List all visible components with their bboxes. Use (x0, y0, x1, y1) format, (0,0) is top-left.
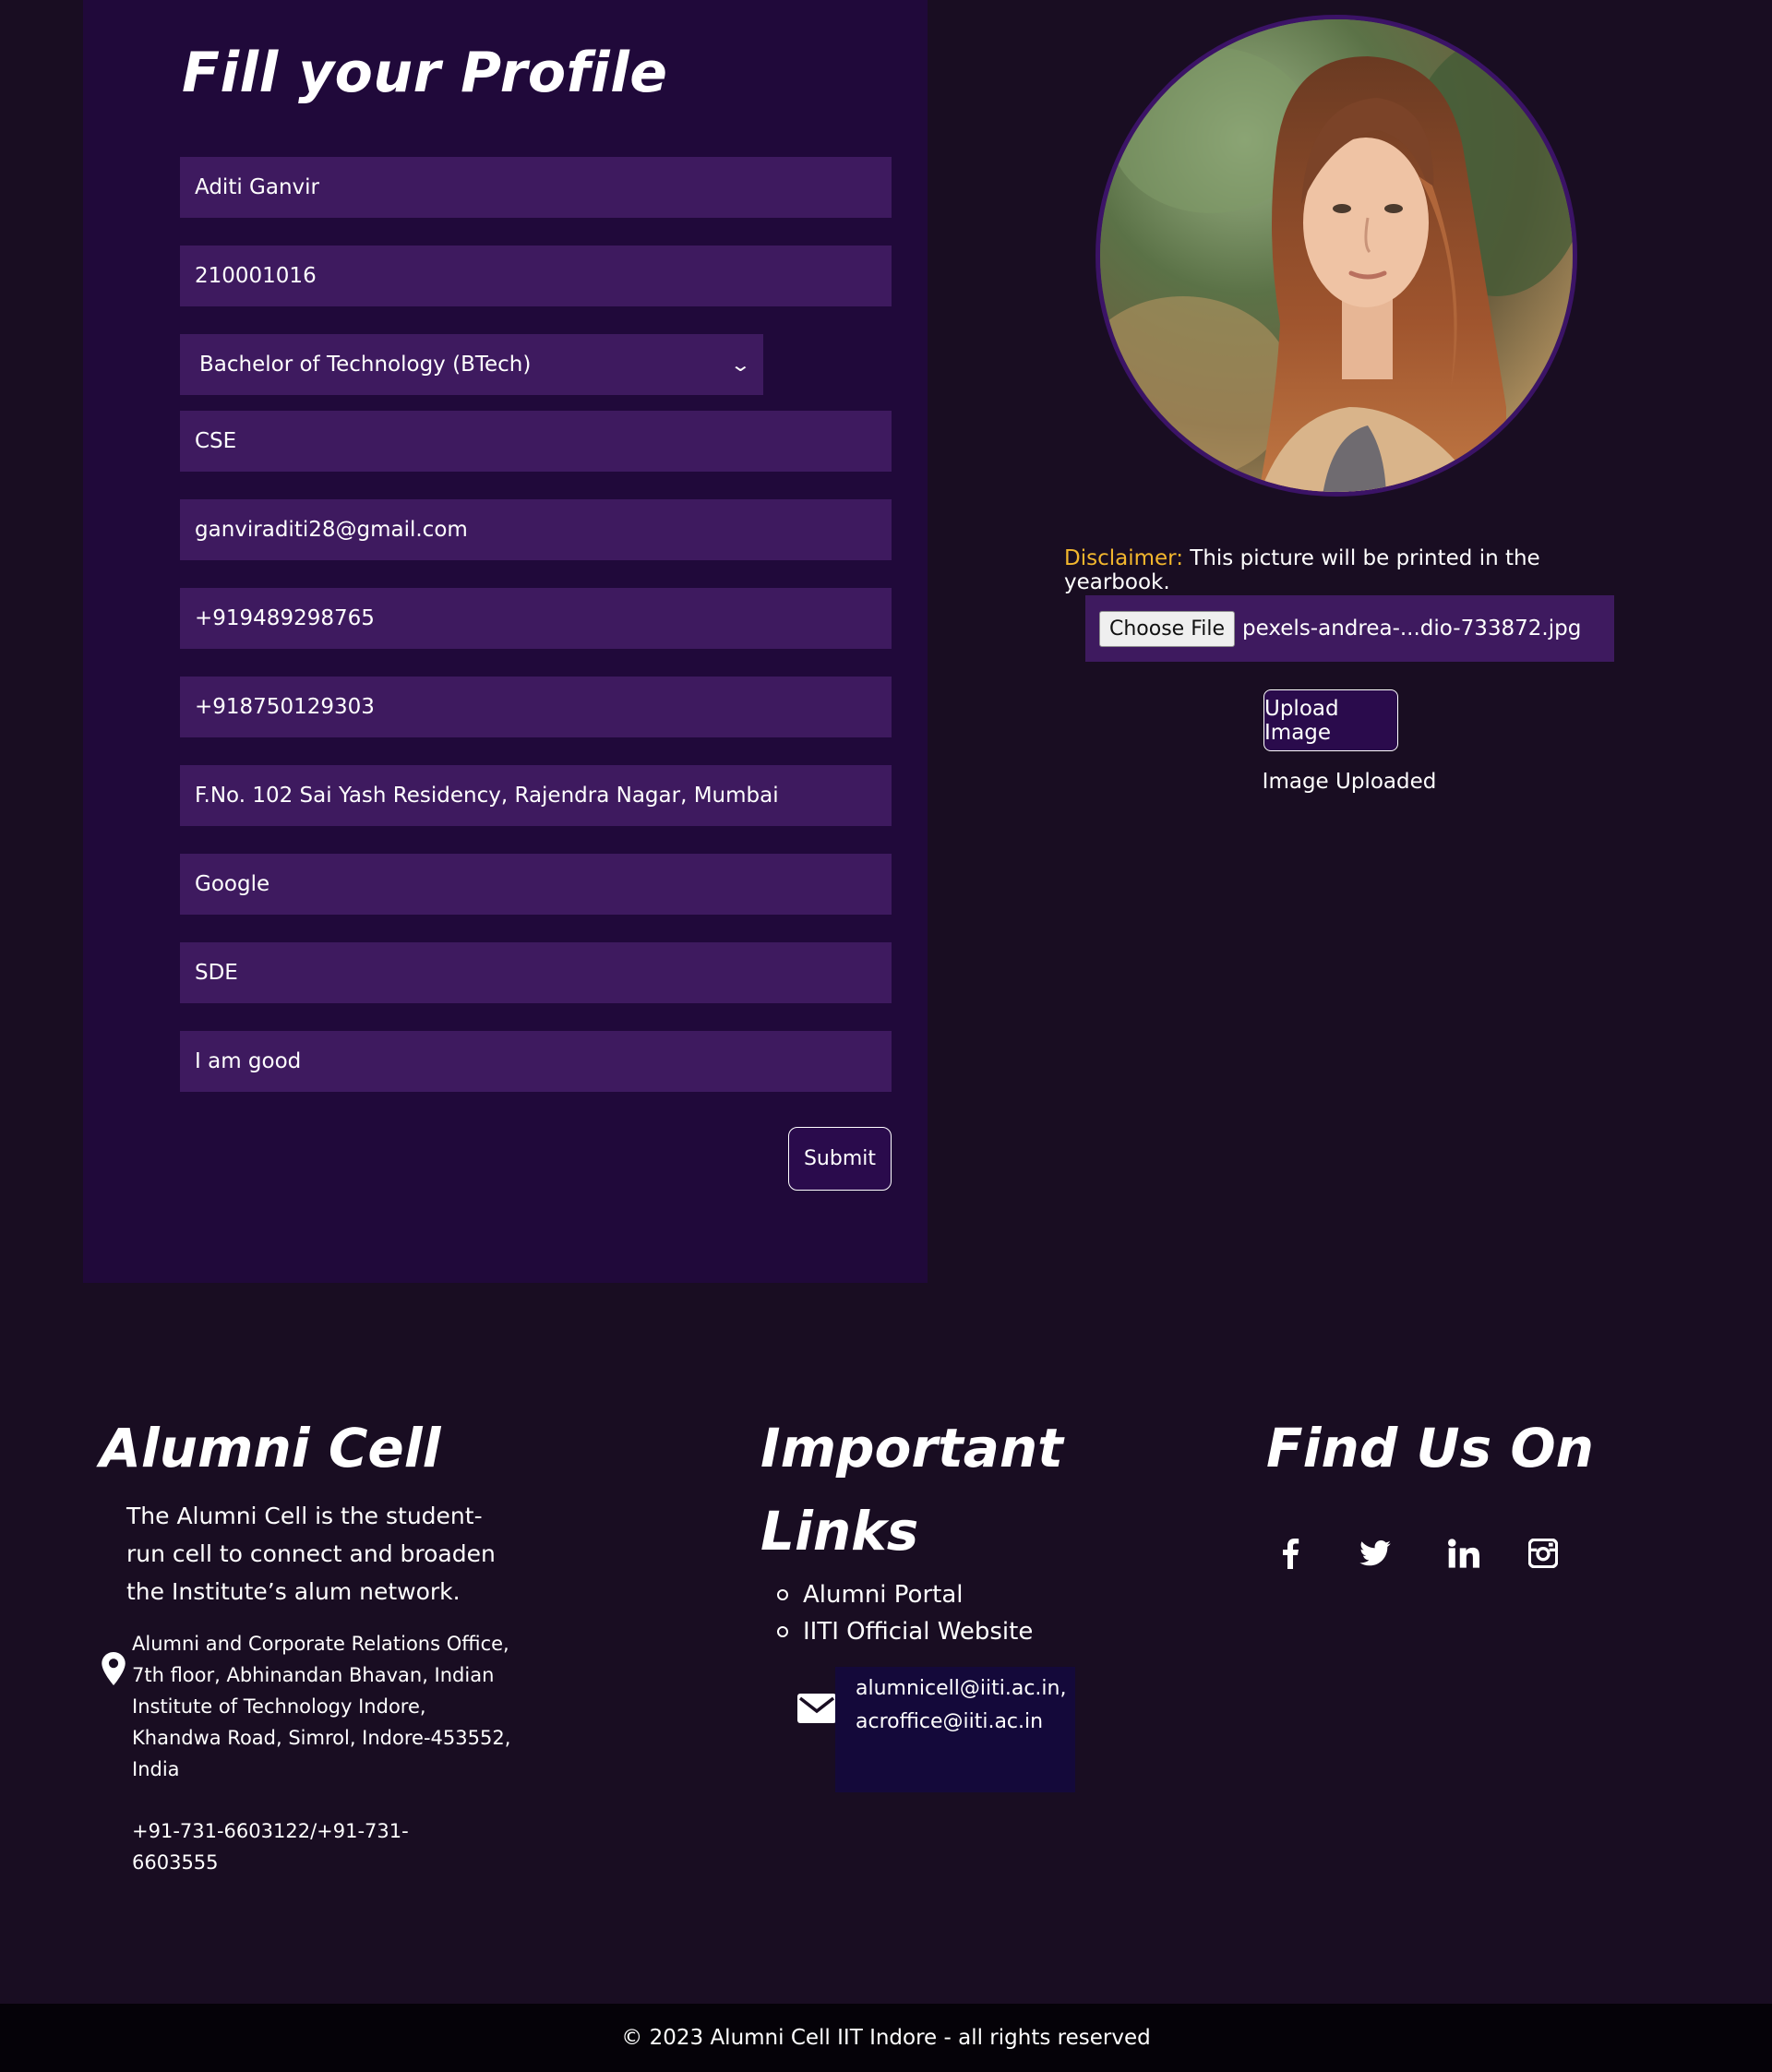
linkedin-icon[interactable] (1447, 1537, 1480, 1570)
envelope-icon (797, 1694, 836, 1723)
message-input[interactable]: I am good (180, 1031, 892, 1092)
alt-phone-input[interactable]: +918750129303 (180, 677, 892, 737)
file-input[interactable]: Choose File pexels-andrea-...dio-733872.… (1085, 595, 1614, 662)
address-text: Alumni and Corporate Relations Office, 7… (132, 1633, 511, 1780)
address-input[interactable]: F.No. 102 Sai Yash Residency, Rajendra N… (180, 765, 892, 826)
name-input[interactable]: Aditi Ganvir (180, 157, 892, 218)
profile-photo (1096, 15, 1577, 497)
phone-input[interactable]: +919489298765 (180, 588, 892, 649)
contact-phone: +91-731-6603122/+91-731-6603555 (132, 1820, 409, 1874)
alumni-cell-heading: Alumni Cell (100, 1417, 441, 1479)
link-iiti-website[interactable]: IITI Official Website (777, 1613, 1033, 1650)
upload-image-button[interactable]: Upload Image (1263, 689, 1398, 751)
email-input[interactable]: ganviraditi28@gmail.com (180, 499, 892, 560)
link-label[interactable]: IITI Official Website (803, 1613, 1033, 1650)
roll-number-input[interactable]: 210001016 (180, 246, 892, 306)
chevron-down-icon: ⌄ (729, 353, 752, 376)
company-input[interactable]: Google (180, 854, 892, 915)
email-contact-box: alumnicell@iiti.ac.in, acroffice@iiti.ac… (835, 1667, 1075, 1792)
form-title: Fill your Profile (182, 41, 668, 105)
designation-input[interactable]: SDE (180, 942, 892, 1003)
find-us-heading: Find Us On (1266, 1417, 1594, 1479)
email-link-2[interactable]: acroffice@iiti.ac.in (856, 1706, 1075, 1739)
copyright-text: © 2023 Alumni Cell IIT Indore - all righ… (621, 2026, 1151, 2050)
instagram-icon[interactable] (1527, 1537, 1560, 1570)
disclaimer-label: Disclaimer: (1064, 546, 1183, 570)
location-pin-icon (102, 1652, 126, 1685)
email-link-1[interactable]: alumnicell@iiti.ac.in, (856, 1672, 1075, 1706)
copyright-bar: © 2023 Alumni Cell IIT Indore - all righ… (0, 2004, 1772, 2072)
upload-status: Image Uploaded (1262, 770, 1437, 794)
important-links-heading-line1: Important (760, 1417, 1063, 1479)
important-links-heading: Important Links (760, 1407, 1063, 1573)
link-alumni-portal[interactable]: Alumni Portal (777, 1576, 1033, 1613)
bullet-icon (777, 1589, 788, 1600)
facebook-icon[interactable] (1274, 1537, 1307, 1570)
degree-select[interactable]: Bachelor of Technology (BTech) ⌄ (180, 334, 763, 395)
profile-form-panel: Fill your Profile Aditi Ganvir 210001016… (83, 0, 928, 1283)
twitter-icon[interactable] (1359, 1537, 1392, 1570)
important-links-list: Alumni Portal IITI Official Website (777, 1576, 1033, 1650)
submit-button[interactable]: Submit (788, 1127, 892, 1191)
disclaimer-text: Disclaimer: This picture will be printed… (1064, 546, 1636, 594)
bullet-icon (777, 1626, 788, 1637)
link-label[interactable]: Alumni Portal (803, 1576, 963, 1613)
about-text: The Alumni Cell is the student-run cell … (126, 1503, 496, 1605)
choose-file-button[interactable]: Choose File (1099, 610, 1236, 647)
important-links-heading-line2: Links (760, 1500, 919, 1563)
branch-input[interactable]: CSE (180, 411, 892, 472)
degree-select-value: Bachelor of Technology (BTech) (199, 353, 532, 377)
portrait-illustration (1100, 19, 1573, 492)
selected-file-name: pexels-andrea-...dio-733872.jpg (1242, 617, 1582, 641)
